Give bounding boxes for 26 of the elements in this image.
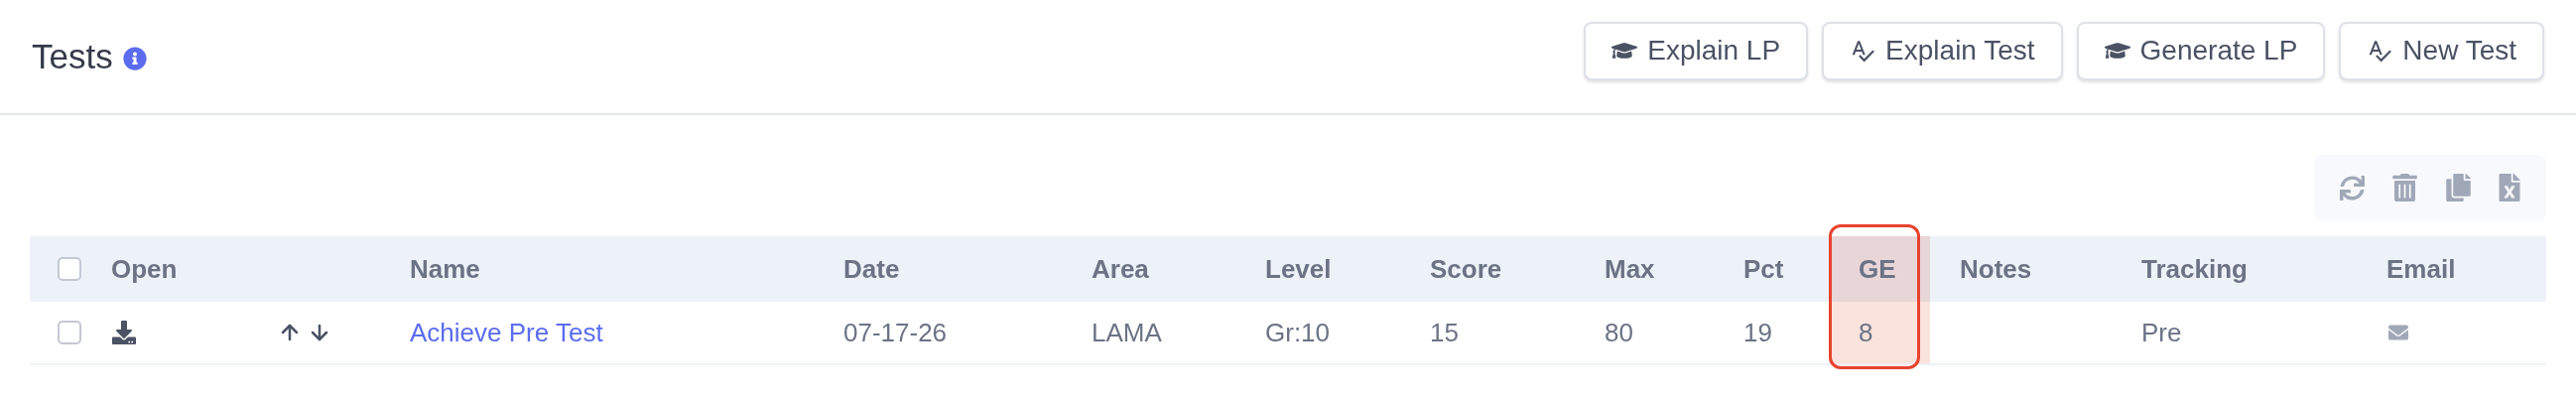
- test-name-link[interactable]: Achieve Pre Test: [410, 313, 603, 352]
- page-title: Tests: [32, 35, 113, 77]
- column-header: Max: [1605, 252, 1655, 286]
- column-header: Tracking: [2141, 252, 2248, 286]
- toolbar-button[interactable]: Generate LP: [2076, 21, 2326, 80]
- column-header: Area: [1092, 252, 1149, 286]
- table-cell-text: Gr:10: [1265, 316, 1331, 349]
- table-cell-text: LAMA: [1092, 316, 1162, 349]
- column-header: Open: [111, 252, 178, 286]
- column-header: Email: [2386, 252, 2456, 286]
- table-cell-text: 07-17-26: [843, 316, 948, 349]
- column-header: Score: [1430, 252, 1502, 286]
- table-cell-text: 80: [1605, 316, 1633, 349]
- toolbar-button[interactable]: Explain Test: [1822, 21, 2063, 80]
- column-header: GE: [1859, 252, 1896, 286]
- column-header: Notes: [1960, 252, 2032, 286]
- column-header: Name: [410, 252, 480, 286]
- table-cell-text: 15: [1430, 316, 1459, 349]
- toolbar-button[interactable]: Explain LP: [1584, 21, 1809, 80]
- toolbar-button[interactable]: New Test: [2339, 21, 2544, 80]
- column-header: Pct: [1743, 252, 1784, 286]
- table-cell-text: 19: [1743, 316, 1772, 349]
- table-cell-text: Pre: [2141, 316, 2182, 349]
- column-header: Date: [843, 252, 900, 286]
- column-header: Level: [1265, 252, 1332, 286]
- table-cell-text: 8: [1859, 316, 1873, 349]
